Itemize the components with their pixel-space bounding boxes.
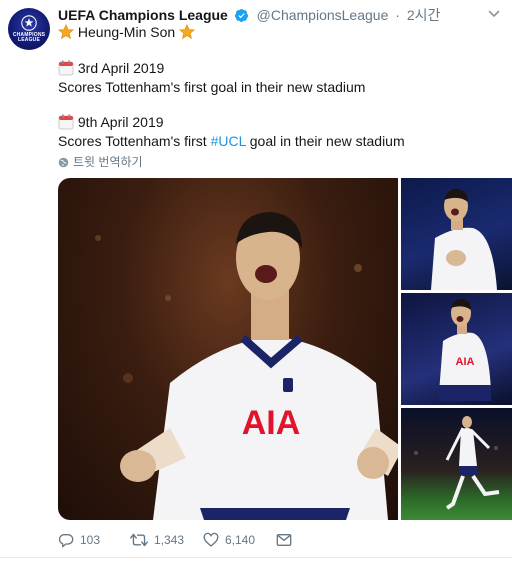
like-button[interactable]: 6,140 (203, 530, 255, 550)
handle[interactable]: @ChampionsLeague (257, 7, 389, 23)
hashtag-link[interactable]: #UCL (211, 133, 246, 149)
player-name: Heung-Min Son (77, 24, 176, 40)
photo-sponsor-text: AIA (242, 404, 301, 442)
timestamp[interactable]: 2시간 (407, 7, 441, 23)
entry-text-before: Scores Tottenham's first (58, 133, 211, 149)
verified-icon (234, 8, 248, 23)
reply-button[interactable]: 103 (58, 530, 100, 550)
entry-text-after: goal in their new stadium (245, 133, 405, 149)
star-emoji (179, 24, 196, 40)
entry-date-text: 3rd April 2019 (77, 60, 165, 76)
retweet-icon (130, 533, 148, 547)
photo-main-illustration: AIA (95, 212, 398, 520)
like-count: 6,140 (225, 533, 256, 547)
photo-thumb-2[interactable]: AIA (401, 293, 512, 405)
avatar[interactable]: CHAMPIONS LEAGUE (8, 8, 50, 50)
display-name[interactable]: UEFA Champions League (58, 7, 228, 23)
starball-logo (21, 15, 37, 31)
photo-thumb-1-illustration (431, 188, 497, 290)
entry-text-2: Scores Tottenham's first #UCL goal in th… (58, 132, 405, 150)
reply-icon (58, 534, 74, 548)
translate-tweet-link[interactable]: 트윗 번역하기 (58, 155, 143, 169)
photo-thumb-3[interactable] (401, 408, 512, 520)
photo-main[interactable]: AIA (58, 178, 398, 520)
caret-down-icon[interactable] (488, 8, 500, 20)
photo-thumb-sponsor: AIA (456, 356, 475, 368)
like-icon (203, 532, 219, 547)
star-emoji (58, 24, 74, 40)
direct-message-button[interactable] (276, 530, 298, 550)
entry-date-1: 3rd April 2019 (58, 59, 164, 77)
retweet-button[interactable]: 1,343 (130, 530, 184, 550)
photo-thumb-3-illustration (414, 416, 500, 510)
photo-thumb-1[interactable] (401, 178, 512, 290)
tweet: CHAMPIONS LEAGUE UEFA Champions League @… (0, 0, 512, 563)
entry-date-2: 9th April 2019 (58, 113, 164, 131)
subtitle-line: Heung-Min Son (58, 23, 196, 41)
translate-label: 트윗 번역하기 (73, 155, 143, 169)
photo-thumb-2-illustration: AIA (439, 298, 491, 401)
avatar-logo-text: CHAMPIONS LEAGUE (12, 32, 46, 43)
dm-icon (276, 534, 292, 546)
entry-date-text: 9th April 2019 (77, 114, 164, 130)
media-grid: AIA AIA (58, 178, 512, 520)
retweet-count: 1,343 (154, 533, 185, 547)
calendar-emoji (58, 60, 74, 76)
globe-icon (58, 157, 69, 168)
separator-dot: · (395, 7, 400, 23)
divider (0, 557, 512, 558)
reply-count: 103 (80, 533, 101, 547)
calendar-emoji (58, 114, 74, 130)
entry-text-1: Scores Tottenham's first goal in their n… (58, 79, 366, 95)
